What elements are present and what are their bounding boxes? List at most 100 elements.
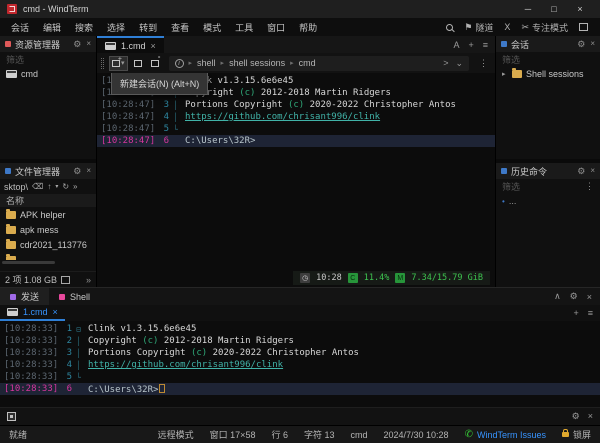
buffer-icon[interactable] [7, 412, 16, 421]
explorer-item-cmd[interactable]: cmd [0, 67, 96, 81]
history-item[interactable]: • ... [496, 194, 600, 208]
bottom-panel-footer: ⚙ × [0, 407, 600, 425]
menu-item[interactable]: 帮助 [292, 19, 324, 36]
main-terminal[interactable]: 新建会话(N) (Alt+N) ◷ 10:28 C 11.4% M 7.34/1… [97, 73, 495, 287]
overflow-chevrons-icon[interactable]: » [73, 182, 77, 191]
menu-item[interactable]: 会话 [4, 19, 36, 36]
explorer-close-icon[interactable]: × [86, 39, 91, 50]
duplicate-session-button[interactable] [131, 56, 145, 71]
history-panel-header: 历史命令 ⚙ × [496, 163, 600, 179]
file-row[interactable]: apk mess [0, 222, 96, 237]
sessions-item-shell[interactable]: ▸ Shell sessions [496, 67, 600, 81]
file-row[interactable] [0, 252, 96, 260]
menu-item[interactable]: 模式 [196, 19, 228, 36]
new-tab-icon[interactable]: + [468, 40, 473, 50]
file-row[interactable]: APK helper [0, 207, 96, 222]
panel-close-icon[interactable]: × [587, 292, 592, 302]
backspace-icon[interactable]: ⌫ [32, 182, 43, 191]
new-session-button[interactable]: ▾ [109, 56, 128, 71]
close-button[interactable]: × [567, 4, 593, 14]
status-char[interactable]: 字符 13 [304, 428, 335, 441]
info-icon[interactable]: i [175, 59, 184, 68]
menu-item[interactable]: 搜索 [68, 19, 100, 36]
breadcrumb-forward-icon[interactable]: > [443, 58, 448, 69]
sessions-panel: 会话 ⚙ × 筛选 ▸ Shell sessions [496, 36, 600, 159]
footer-chevrons-icon[interactable]: » [86, 275, 91, 285]
breadcrumb-item[interactable]: cmd [299, 58, 316, 68]
menu-item[interactable]: 编辑 [36, 19, 68, 36]
explorer-gear-icon[interactable]: ⚙ [73, 39, 81, 50]
menu-item[interactable]: 查看 [164, 19, 196, 36]
text-segment: 2012-2018 Martin Ridgers [158, 336, 293, 346]
new-session-icon [112, 60, 120, 67]
dropdown-icon[interactable]: ▾ [55, 183, 58, 190]
panel-gear-icon[interactable]: ⚙ [570, 291, 578, 302]
tab-list-icon[interactable]: ≡ [483, 40, 488, 50]
subtab-close-icon[interactable]: × [53, 307, 58, 317]
maximize-button[interactable]: □ [541, 4, 567, 14]
text-segment: 2020-2022 Christopher Antos [207, 348, 359, 358]
bottom-tab-发送[interactable]: 发送 [0, 288, 49, 305]
tunnel-button[interactable]: ⚑ 隧道 [464, 21, 493, 34]
tab-1cmd[interactable]: 1.cmd × [97, 36, 164, 53]
file-manager-path-bar[interactable]: sktop\ ⌫ ↑ ▾ ↻ » [0, 179, 96, 194]
footer-gear-icon[interactable]: ⚙ [572, 411, 580, 422]
history-close-icon[interactable]: × [590, 166, 595, 177]
search-icon[interactable] [446, 24, 453, 31]
line-timestamp: [10:28:47] [97, 112, 155, 122]
minimize-button[interactable]: ─ [515, 4, 541, 14]
explorer-filter-input[interactable]: 筛选 [0, 52, 96, 67]
bottom-tab-Shell[interactable]: Shell [49, 288, 100, 305]
footer-close-icon[interactable]: × [588, 411, 593, 422]
breadcrumb-expand-icon[interactable]: ⌄ [455, 58, 463, 69]
toolbar-more-icon[interactable]: ⋮ [476, 58, 491, 69]
status-line[interactable]: 行 6 [271, 428, 288, 441]
folder-icon [6, 241, 16, 249]
subtab-list-icon[interactable]: ≡ [588, 308, 593, 318]
caret-right-icon[interactable]: ▸ [502, 70, 508, 78]
lock-screen-button[interactable]: 锁屏 [562, 428, 591, 441]
history-gear-icon[interactable]: ⚙ [577, 166, 585, 177]
tab-close-icon[interactable]: × [151, 41, 156, 51]
layout-icon[interactable] [579, 23, 588, 31]
file-manager-gear-icon[interactable]: ⚙ [73, 166, 81, 177]
phone-icon: ✆ [465, 429, 473, 440]
file-manager-close-icon[interactable]: × [86, 166, 91, 177]
file-name-column-header[interactable]: 名称 [0, 194, 96, 207]
file-name: APK helper [20, 210, 66, 220]
bottom-terminal[interactable]: [10:28:33]1⊟Clink v1.3.15.6e6e45[10:28:3… [0, 321, 600, 407]
bullet-icon: • [502, 197, 505, 206]
menu-item[interactable]: 选择 [100, 19, 132, 36]
status-remote-mode[interactable]: 远程模式 [158, 428, 194, 441]
status-shell[interactable]: cmd [350, 430, 367, 440]
line-number: 3 [155, 100, 169, 110]
toolbar-drag-handle[interactable] [101, 58, 104, 69]
bottom-subtab-1cmd[interactable]: 1.cmd × [0, 305, 65, 321]
breadcrumb[interactable]: i ▸shell▸shell sessions▸cmd > ⌄ [169, 56, 469, 71]
status-window-size[interactable]: 窗口 17×58 [210, 428, 256, 441]
sessions-gear-icon[interactable]: ⚙ [577, 39, 585, 50]
menu-item[interactable]: 工具 [228, 19, 260, 36]
line-text: Portions Copyright (c) 2020-2022 Christo… [85, 348, 359, 358]
focus-mode-button[interactable]: ✂ 专注模式 [521, 21, 568, 34]
breadcrumb-item[interactable]: shell sessions [229, 58, 285, 68]
refresh-icon[interactable]: ↻ [62, 182, 69, 191]
history-filter-input[interactable]: 筛选 ⋮ [496, 179, 600, 194]
auto-wrap-icon[interactable]: A [453, 40, 459, 50]
menu-item[interactable]: 转到 [132, 19, 164, 36]
windterm-issues-link[interactable]: ✆ WindTerm Issues [465, 429, 546, 440]
menu-item[interactable]: 窗口 [260, 19, 292, 36]
line-timestamp: [10:28:47] [97, 136, 155, 146]
x-button[interactable]: X [504, 22, 510, 32]
sessions-close-icon[interactable]: × [590, 39, 595, 50]
sessions-filter-input[interactable]: 筛选 [496, 52, 600, 67]
clone-session-button[interactable] [148, 56, 162, 71]
breadcrumb-item[interactable]: shell [197, 58, 216, 68]
horizontal-scrollbar[interactable] [2, 261, 55, 264]
add-subtab-icon[interactable]: + [573, 308, 578, 318]
file-row[interactable]: cdr2021_113776 [0, 237, 96, 252]
open-folder-icon[interactable] [61, 276, 70, 284]
collapse-panel-icon[interactable]: ∧ [554, 291, 561, 302]
up-arrow-icon[interactable]: ↑ [47, 182, 51, 191]
history-more-icon[interactable]: ⋮ [585, 181, 594, 192]
